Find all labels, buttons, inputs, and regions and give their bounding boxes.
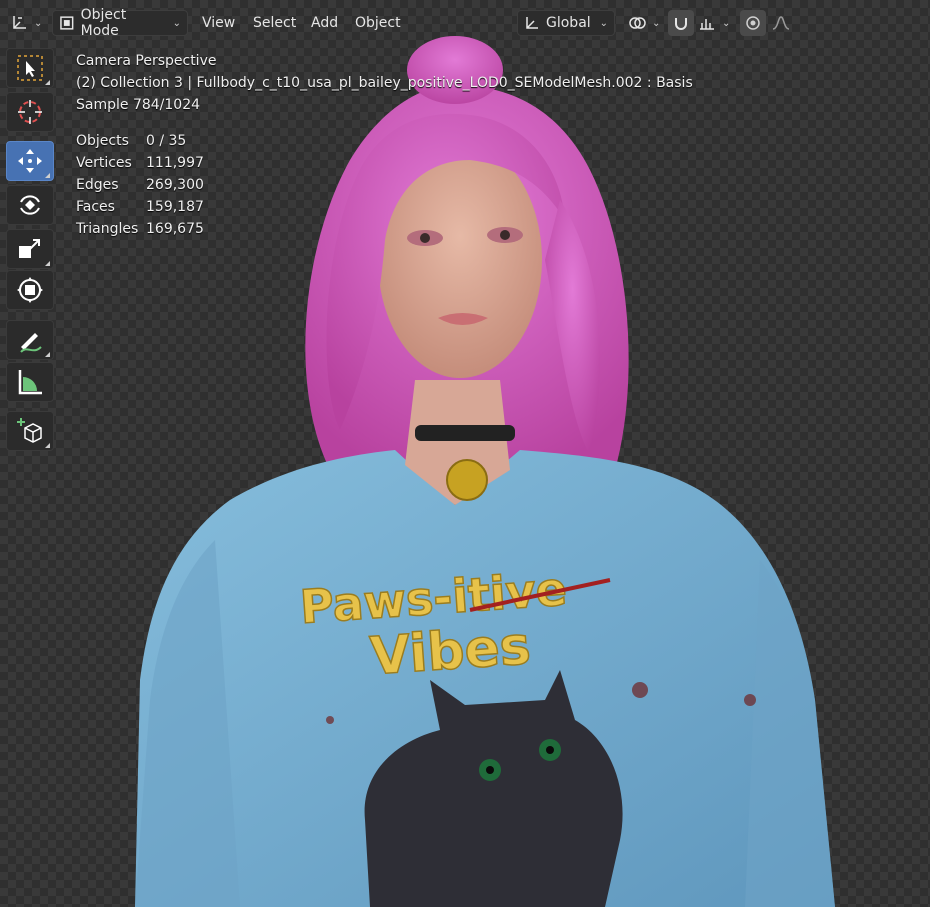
- stat-row: Objects 0 / 35: [76, 130, 204, 152]
- stat-label: Vertices: [76, 155, 132, 171]
- cursor-tool[interactable]: [6, 92, 54, 132]
- snap-toggle[interactable]: [668, 10, 694, 36]
- stat-value: 269,300: [146, 177, 204, 193]
- shirt-text-line2: Vibes: [368, 616, 532, 687]
- proportional-edit-icon: [746, 16, 760, 30]
- chevron-down-icon: ⌄: [34, 17, 43, 29]
- view-name: Camera Perspective: [76, 53, 217, 69]
- mode-dropdown[interactable]: Object Mode ⌄: [52, 7, 188, 39]
- snap-target-dropdown[interactable]: ⌄: [696, 10, 732, 36]
- stat-label: Edges: [76, 177, 119, 193]
- measure-tool[interactable]: [6, 362, 54, 402]
- transform-tool[interactable]: [6, 270, 54, 310]
- axes-icon: [13, 16, 26, 29]
- move-icon: [18, 149, 42, 173]
- chevron-down-icon: ⌄: [599, 17, 608, 29]
- mode-label: Object Mode: [80, 7, 127, 39]
- stat-value: 0 / 35: [146, 133, 187, 149]
- chevron-down-icon: ⌄: [652, 17, 661, 29]
- object-info: (2) Collection 3 | Fullbody_c_t10_usa_pl…: [76, 75, 693, 91]
- add-cube-icon: [17, 418, 42, 443]
- measure-icon: [18, 370, 42, 395]
- magnet-icon: [675, 18, 687, 30]
- chevron-down-icon: ⌄: [722, 17, 731, 29]
- stat-value: 111,997: [146, 155, 204, 171]
- stat-value: 169,675: [146, 221, 204, 237]
- stat-row: Vertices 111,997: [76, 152, 204, 174]
- render-sample: Sample 784/1024: [76, 97, 201, 113]
- annotate-tool[interactable]: [6, 320, 54, 360]
- scale-tool[interactable]: [6, 229, 54, 269]
- proportional-falloff-dropdown[interactable]: [770, 10, 802, 36]
- transform-orientation-dropdown[interactable]: Global ⌄: [517, 10, 615, 36]
- annotate-icon: [20, 333, 42, 353]
- viewport-info-overlay: Camera Perspective (2) Collection 3 | Fu…: [76, 50, 693, 116]
- rotate-icon: [20, 195, 40, 215]
- menu-add[interactable]: Add: [311, 10, 338, 36]
- cursor-icon: [18, 100, 42, 124]
- stat-row: Triangles 169,675: [76, 218, 204, 240]
- transform-icon: [17, 277, 43, 303]
- menu-select[interactable]: Select: [253, 10, 296, 36]
- select-box-icon: [17, 55, 43, 81]
- snap-increment-icon: [700, 19, 714, 30]
- chevron-down-icon: ⌄: [172, 17, 181, 29]
- stat-row: Edges 269,300: [76, 174, 204, 196]
- menu-object[interactable]: Object: [355, 10, 401, 36]
- scene-statistics: Objects 0 / 35 Vertices 111,997 Edges 269,3…: [76, 130, 204, 240]
- stat-row: Faces 159,187: [76, 196, 204, 218]
- stat-label: Triangles: [76, 221, 139, 237]
- scale-icon: [19, 239, 40, 258]
- rotate-tool[interactable]: [6, 185, 54, 225]
- orientation-label: Global: [546, 15, 591, 31]
- select-box-tool[interactable]: [6, 48, 54, 88]
- pivot-icon: [629, 17, 646, 29]
- orientation-icon: [526, 17, 538, 29]
- menu-view[interactable]: View: [202, 10, 235, 36]
- editor-type-button[interactable]: ⌄: [6, 10, 44, 36]
- object-mode-icon: [60, 16, 74, 30]
- stat-label: Faces: [76, 199, 115, 215]
- stat-value: 159,187: [146, 199, 204, 215]
- falloff-curve-icon: [772, 16, 790, 30]
- stat-label: Objects: [76, 133, 129, 149]
- move-tool[interactable]: [6, 141, 54, 181]
- viewport-header: ⌄ Object Mode ⌄ View Select Add Object G…: [0, 0, 930, 45]
- add-cube-tool[interactable]: [6, 411, 54, 451]
- pivot-point-dropdown[interactable]: ⌄: [625, 10, 661, 36]
- proportional-editing-toggle[interactable]: [740, 10, 766, 36]
